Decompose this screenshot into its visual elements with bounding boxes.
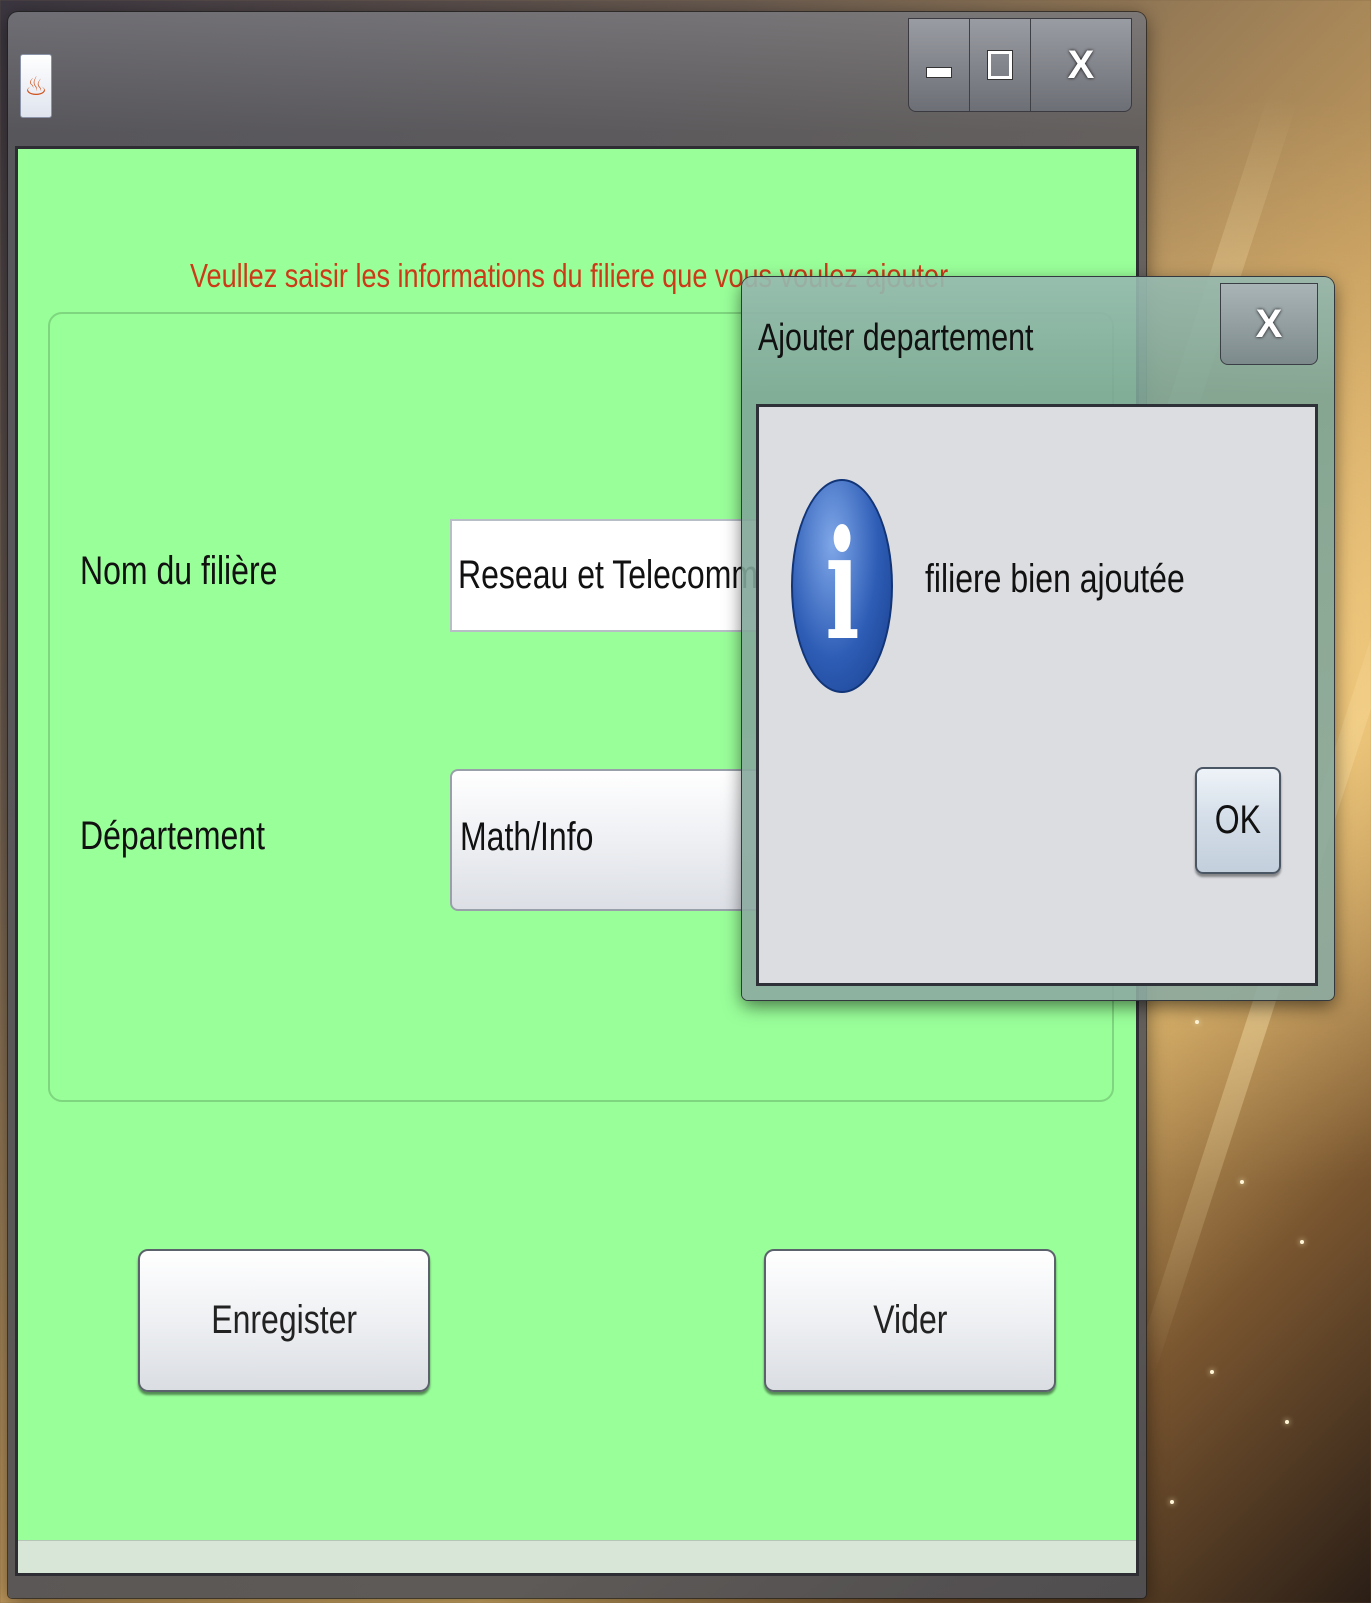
dialog-close-button[interactable]: X [1220, 283, 1318, 365]
dialog-body: i filiere bien ajoutée OK [756, 404, 1318, 986]
departement-value: Math/Info [460, 815, 594, 859]
maximize-button[interactable] [970, 19, 1031, 111]
desktop-sparkle [1195, 1020, 1199, 1024]
info-icon: i [791, 479, 893, 693]
ok-button-label: OK [1214, 798, 1262, 842]
window-caption-buttons: X [908, 18, 1132, 112]
desktop-sparkle [1300, 1240, 1304, 1244]
nom-filiere-label: Nom du filière [80, 549, 278, 593]
minimize-icon [926, 66, 952, 78]
save-button-label: Enregister [211, 1298, 357, 1342]
clear-button-label: Vider [872, 1298, 948, 1342]
maximize-icon [988, 51, 1012, 79]
minimize-button[interactable] [909, 19, 970, 111]
close-icon: X [1255, 301, 1283, 346]
save-button[interactable]: Enregister [138, 1249, 430, 1392]
desktop-sparkle [1240, 1180, 1244, 1184]
desktop-sparkle [1170, 1500, 1174, 1504]
dialog-message: filiere bien ajoutée [925, 557, 1185, 601]
window-bottom-strip [18, 1540, 1136, 1573]
ok-button[interactable]: OK [1195, 767, 1281, 874]
desktop-sparkle [1285, 1420, 1289, 1424]
java-app-icon[interactable]: ♨ [20, 54, 52, 118]
dialog-title: Ajouter departement [758, 317, 1034, 359]
desktop-sparkle [1210, 1370, 1214, 1374]
departement-label: Département [80, 814, 265, 858]
close-button[interactable]: X [1031, 19, 1131, 111]
close-icon: X [1067, 42, 1095, 87]
message-dialog: Ajouter departement X i filiere bien ajo… [742, 277, 1334, 1000]
clear-button[interactable]: Vider [764, 1249, 1056, 1392]
